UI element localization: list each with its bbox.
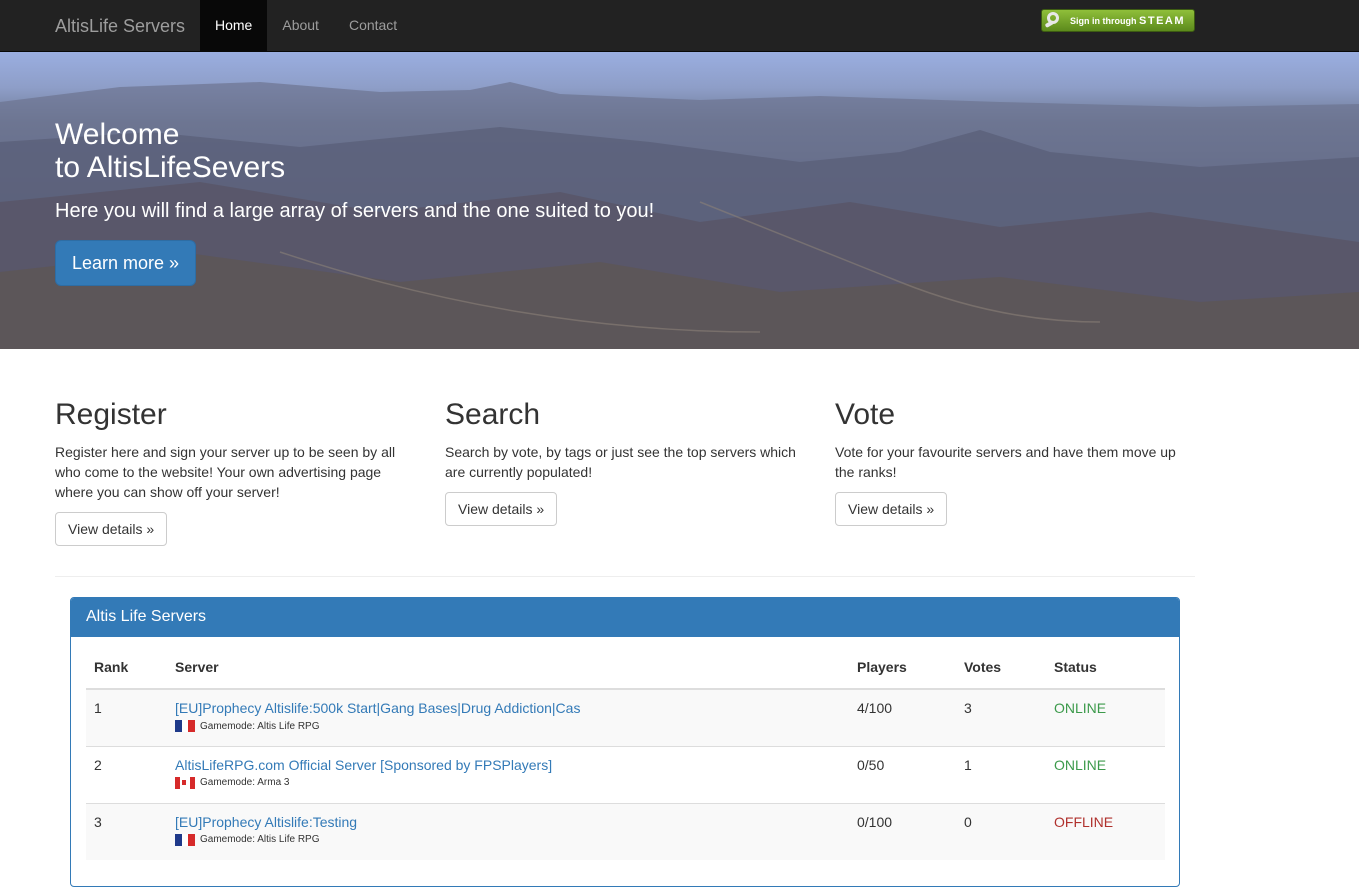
column-header-players: Players: [849, 651, 956, 690]
steam-logo-icon: [1044, 11, 1066, 30]
server-meta: Gamemode: Arma 3: [175, 776, 841, 789]
players-cell: 4/100: [849, 688, 956, 746]
divider: [55, 576, 1195, 577]
search-view-details-button[interactable]: View details »: [445, 492, 558, 526]
rank-cell: 2: [86, 745, 167, 803]
feature-register: Register Register here and sign your ser…: [55, 398, 415, 546]
register-view-details-button[interactable]: View details »: [55, 512, 168, 546]
players-cell: 0/100: [849, 802, 956, 860]
gamemode-label: Gamemode: Arma 3: [200, 777, 290, 788]
servers-table: Rank Server Players Votes Status 1 [EU]P…: [86, 651, 1165, 860]
nav-home[interactable]: Home: [200, 0, 268, 51]
players-cell: 0/50: [849, 745, 956, 803]
votes-cell: 0: [956, 802, 1046, 860]
navbar: AltisLife Servers Home About Contact Sig…: [0, 0, 1359, 52]
votes-cell: 3: [956, 688, 1046, 746]
table-row: 2 AltisLifeRPG.com Official Server [Spon…: [86, 745, 1165, 803]
table-header-row: Rank Server Players Votes Status: [86, 651, 1165, 690]
france-flag-icon: [175, 720, 196, 732]
server-cell: [EU]Prophecy Altislife:Testing Gamemode:…: [167, 802, 849, 860]
table-row: 3 [EU]Prophecy Altislife:Testing Gamemod…: [86, 802, 1165, 860]
feature-title: Search: [445, 398, 541, 431]
nav-contact[interactable]: Contact: [334, 0, 412, 51]
steam-signin-label: Sign in through STEAM: [1070, 14, 1186, 27]
server-cell: AltisLifeRPG.com Official Server [Sponso…: [167, 745, 849, 803]
feature-vote: Vote Vote for your favourite servers and…: [835, 398, 1195, 526]
column-header-votes: Votes: [956, 651, 1046, 690]
feature-text: Register here and sign your server up to…: [55, 444, 396, 500]
feature-text: Search by vote, by tags or just see the …: [445, 444, 796, 480]
server-link[interactable]: [EU]Prophecy Altislife:500k Start|Gang B…: [175, 700, 580, 716]
servers-panel: Altis Life Servers Rank Server Players V…: [70, 597, 1180, 887]
feature-text: Vote for your favourite servers and have…: [835, 444, 1176, 480]
server-cell: [EU]Prophecy Altislife:500k Start|Gang B…: [167, 688, 849, 746]
feature-title: Vote: [835, 398, 896, 431]
feature-title: Register: [55, 398, 167, 431]
hero-jumbotron: Welcome to AltisLifeSevers Here you will…: [0, 52, 1359, 349]
status-cell: OFFLINE: [1046, 802, 1165, 860]
learn-more-button[interactable]: Learn more »: [55, 240, 196, 286]
nav-about[interactable]: About: [267, 0, 334, 51]
servers-panel-title: Altis Life Servers: [71, 598, 1179, 637]
canada-flag-icon: [175, 776, 195, 789]
status-cell: ONLINE: [1046, 688, 1165, 746]
feature-search: Search Search by vote, by tags or just s…: [445, 398, 805, 526]
table-row: 1 [EU]Prophecy Altislife:500k Start|Gang…: [86, 688, 1165, 746]
hero-title-line1: Welcome: [55, 118, 180, 151]
gamemode-label: Gamemode: Altis Life RPG: [200, 720, 320, 732]
server-meta: Gamemode: Altis Life RPG: [175, 720, 841, 732]
column-header-server: Server: [167, 651, 849, 690]
server-link[interactable]: AltisLifeRPG.com Official Server [Sponso…: [175, 757, 552, 773]
france-flag-icon: [175, 833, 196, 846]
hero-subtitle: Here you will find a large array of serv…: [55, 200, 655, 222]
gamemode-label: Gamemode: Altis Life RPG: [200, 834, 320, 845]
column-header-rank: Rank: [86, 651, 167, 690]
column-header-status: Status: [1046, 651, 1165, 690]
server-link[interactable]: [EU]Prophecy Altislife:Testing: [175, 814, 357, 830]
rank-cell: 1: [86, 688, 167, 746]
rank-cell: 3: [86, 802, 167, 860]
status-cell: ONLINE: [1046, 745, 1165, 803]
brand-link[interactable]: AltisLife Servers: [55, 16, 185, 37]
hero-title: Welcome to AltisLifeSevers: [55, 118, 285, 184]
server-meta: Gamemode: Altis Life RPG: [175, 833, 841, 846]
vote-view-details-button[interactable]: View details »: [835, 492, 948, 526]
steam-signin-button[interactable]: Sign in through STEAM: [1041, 9, 1195, 32]
hero-title-line2: to AltisLifeSevers: [55, 151, 286, 184]
votes-cell: 1: [956, 745, 1046, 803]
nav-links: Home About Contact: [200, 0, 412, 51]
